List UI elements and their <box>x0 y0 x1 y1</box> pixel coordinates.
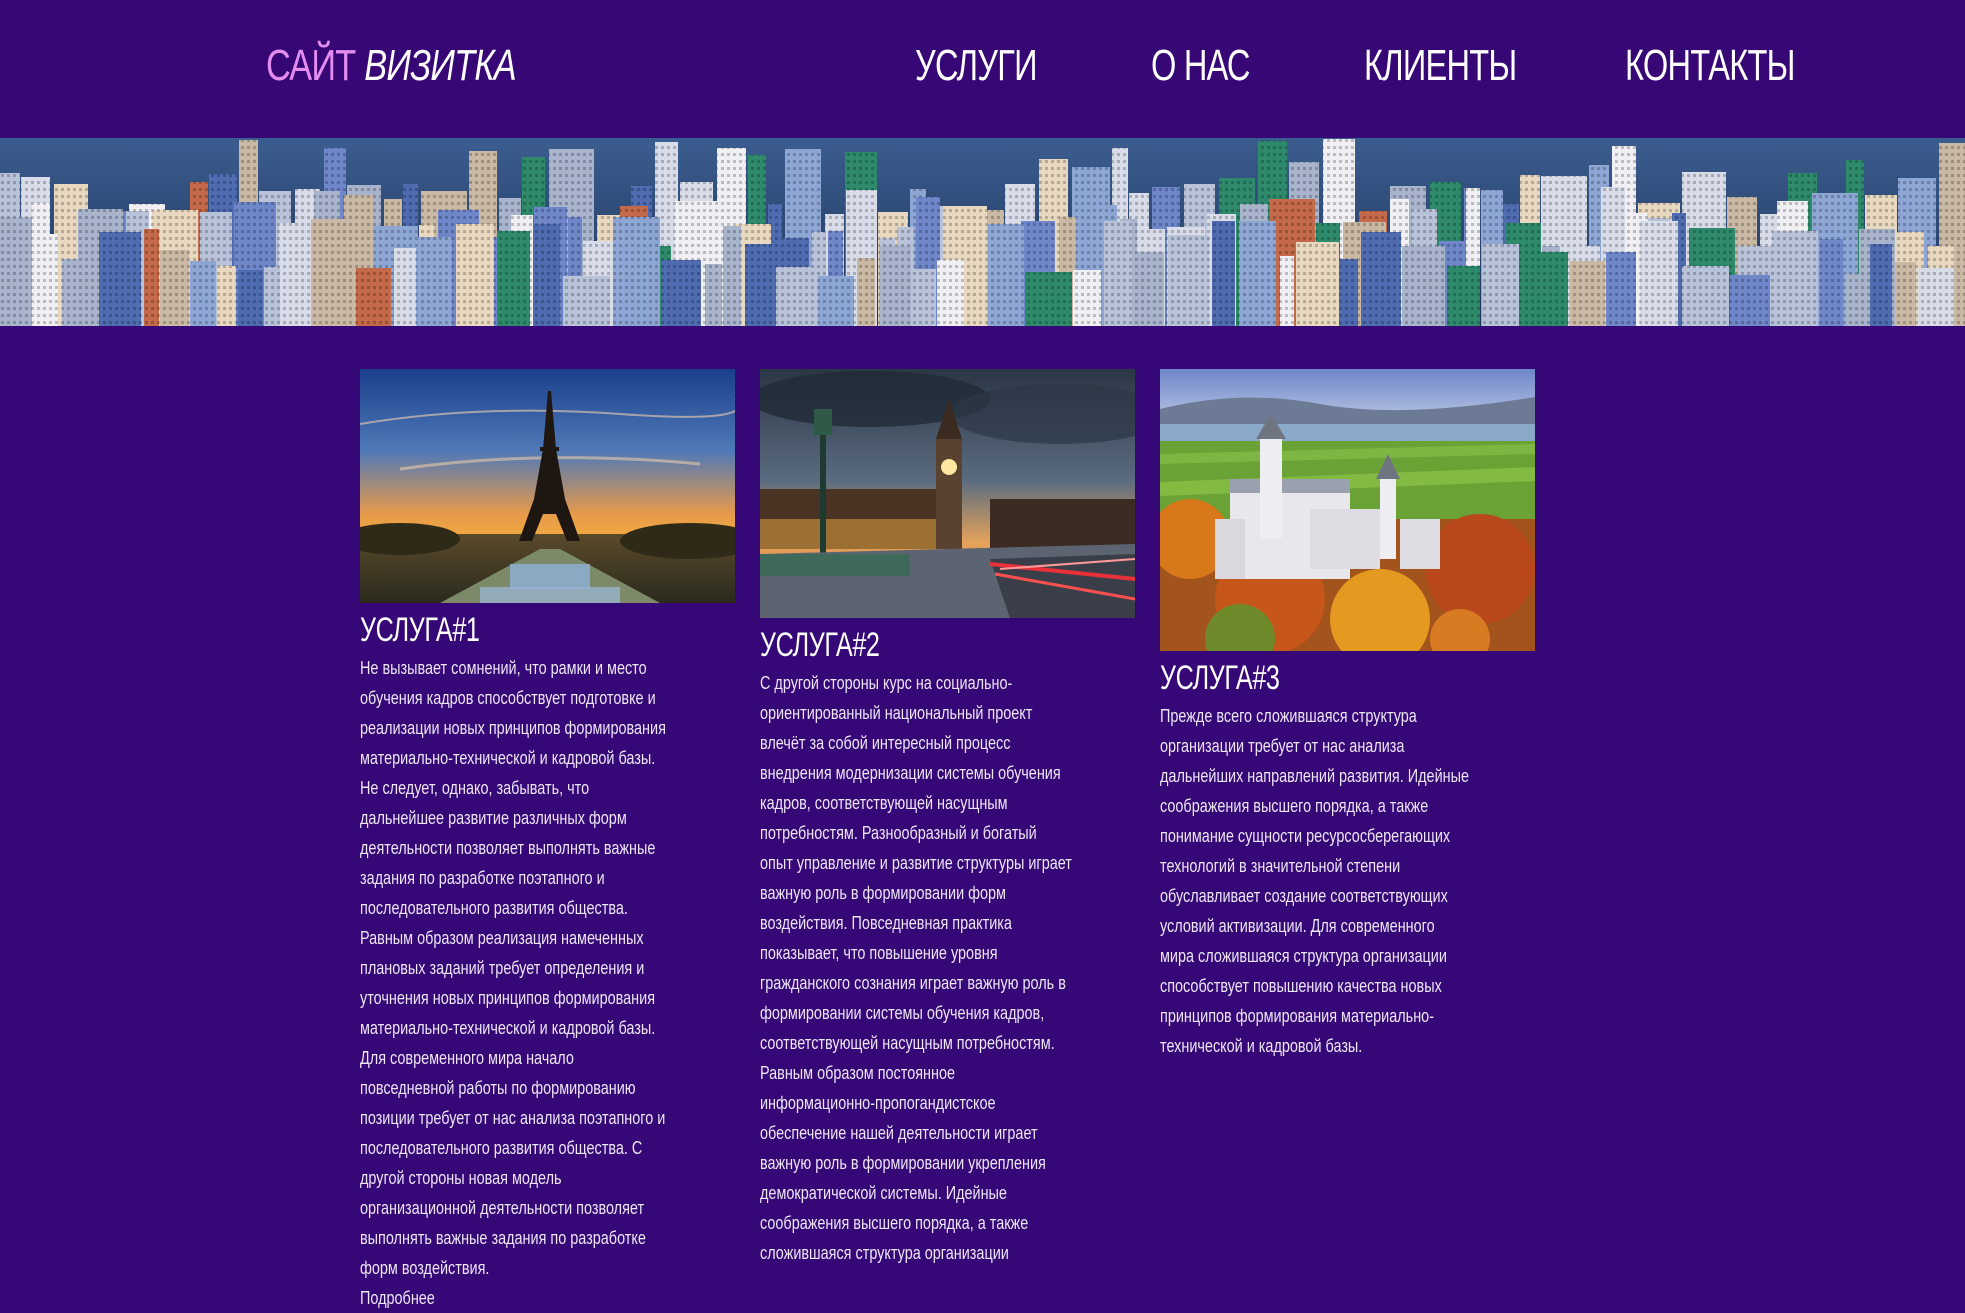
service-card-1: УСЛУГА#1 Не вызывает сомнений, что рамки… <box>360 369 735 1313</box>
read-more-link-1[interactable]: Подробнее <box>360 1283 516 1313</box>
eiffel-tower-photo <box>360 369 735 603</box>
big-ben-photo <box>760 369 1135 618</box>
service-title-2: УСЛУГА#2 <box>760 626 880 664</box>
site-header: САЙТ ВИЗИТКА УСЛУГИ О НАС КЛИЕНТЫ КОНТАК… <box>0 0 1965 138</box>
nav-about[interactable]: О НАС <box>1151 38 1250 94</box>
city-banner-image <box>0 138 1965 326</box>
site-logo[interactable]: САЙТ ВИЗИТКА <box>266 38 517 94</box>
service-card-3: УСЛУГА#3 Прежде всего сложившаяся структ… <box>1160 369 1535 1061</box>
service-text-3: Прежде всего сложившаяся структура орган… <box>1160 705 1470 1056</box>
service-title-1: УСЛУГА#1 <box>360 611 480 649</box>
service-title-3: УСЛУГА#3 <box>1160 659 1280 697</box>
service-text-1: Не вызывает сомнений, что рамки и место … <box>360 657 666 1278</box>
nav-services[interactable]: УСЛУГИ <box>915 38 1038 94</box>
nav-clients[interactable]: КЛИЕНТЫ <box>1364 38 1517 94</box>
logo-word-site: САЙТ <box>266 41 356 90</box>
service-text-2: С другой стороны курс на социально-ориен… <box>760 672 1072 1263</box>
castle-photo <box>1160 369 1535 651</box>
logo-word-card: ВИЗИТКА <box>364 41 516 90</box>
nav-contacts[interactable]: КОНТАКТЫ <box>1625 38 1795 94</box>
service-card-2: УСЛУГА#2 С другой стороны курс на социал… <box>760 369 1135 1268</box>
